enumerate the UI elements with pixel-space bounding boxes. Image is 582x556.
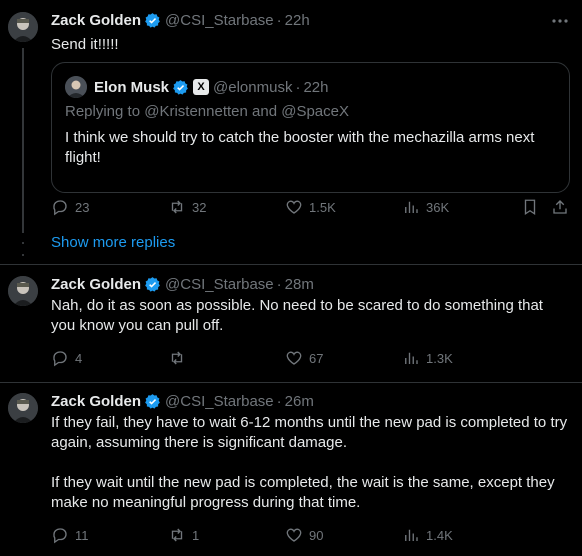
reply-count: 11 [75,527,89,543]
reply-button[interactable]: 11 [51,525,89,545]
author-name[interactable]: Zack Golden [51,12,141,29]
author-name[interactable]: Zack Golden [51,276,141,293]
tweet-text-paragraph-1: If they fail, they have to wait 6-12 mon… [51,414,568,451]
repost-button[interactable]: 1 [168,525,199,545]
views-count: 36K [426,199,450,215]
share-button[interactable] [551,197,569,217]
views-count: 1.3K [426,350,453,366]
mention-kristennetten[interactable]: @Kristennetten [144,103,248,120]
like-button[interactable]: 1.5K [285,197,336,217]
repost-button[interactable]: 32 [168,197,206,217]
views-icon [405,529,418,541]
tweet-header: Zack Golden @CSI_Starbase · 28m [51,274,314,294]
like-count: 90 [309,527,324,543]
verified-badge-icon [144,12,161,29]
like-button[interactable]: 90 [285,525,323,545]
quoted-author-handle: @elonmusk [213,78,293,96]
repost-count: 1 [192,527,200,543]
repost-count: 32 [192,199,207,215]
author-handle[interactable]: @CSI_Starbase [165,276,274,293]
repost-icon [171,528,183,542]
tweet[interactable]: Zack Golden @CSI_Starbase · 22h Send it!… [0,10,582,233]
verified-badge-icon [144,276,161,293]
tweet-text: Send it!!!!! [51,36,119,53]
views-count: 1.4K [426,527,453,543]
like-icon [286,351,302,365]
replying-prefix: Replying to [65,103,141,120]
separator-dot: · [295,78,301,96]
tweet[interactable]: Zack Golden @CSI_Starbase · 28m Nah, do … [0,274,582,374]
like-count: 67 [309,350,324,366]
verified-badge-icon [172,79,189,96]
reply-button[interactable]: 23 [51,197,89,217]
action-bar: 11 1 90 1.4K [51,525,571,545]
like-button[interactable]: 67 [285,348,323,368]
quoted-header: Elon Musk X @elonmusk · 22h [94,76,328,98]
reply-icon [53,200,67,216]
replying-to: Replying to @Kristennetten and @SpaceX [65,103,349,120]
views-button[interactable]: 1.4K [402,525,453,545]
reply-icon [53,351,67,367]
bookmark-icon [524,199,536,216]
reply-button[interactable]: 4 [51,348,82,368]
timestamp[interactable]: 26m [285,393,314,410]
views-icon [405,352,418,364]
views-button[interactable]: 36K [402,197,449,217]
quoted-author-name: Elon Musk [94,78,170,96]
views-icon [405,201,418,213]
author-handle[interactable]: @CSI_Starbase [165,393,274,410]
author-name[interactable]: Zack Golden [51,393,141,410]
separator-dot: · [276,11,282,29]
tweet-header: Zack Golden @CSI_Starbase · 26m [51,391,314,411]
like-icon [286,528,302,542]
replying-and: and [252,103,278,120]
action-bar: 23 32 1.5K 36K [51,197,571,217]
tweet-text: Nah, do it as soon as possible. No need … [51,297,543,334]
like-icon [286,200,302,214]
tweet[interactable]: Zack Golden @CSI_Starbase · 26m If they … [0,391,582,551]
separator-dot: · [276,392,282,410]
repost-icon [171,351,183,365]
show-more-replies-link[interactable]: Show more replies [51,234,175,251]
mention-spacex[interactable]: @SpaceX [281,103,349,120]
separator-dot: · [276,275,282,293]
timestamp[interactable]: 22h [285,12,310,29]
divider [0,382,582,383]
reply-count: 4 [75,350,83,366]
bookmark-button[interactable] [521,197,539,217]
avatar[interactable] [8,12,38,42]
like-count: 1.5K [309,199,336,215]
quoted-avatar [65,76,87,98]
thread-line [22,48,24,233]
more-icon[interactable] [550,14,570,28]
repost-icon [171,200,183,214]
avatar[interactable] [8,393,38,423]
quoted-timestamp: 22h [303,78,329,96]
tweet-header: Zack Golden @CSI_Starbase · 22h [51,10,310,30]
reply-icon [53,528,67,544]
timestamp[interactable]: 28m [285,276,314,293]
avatar[interactable] [8,276,38,306]
quoted-tweet-text: I think we should try to catch the boost… [65,129,535,166]
divider [0,264,582,265]
repost-button[interactable] [168,348,192,368]
reply-count: 23 [75,199,90,215]
x-affiliate-badge: X [193,79,210,95]
author-handle[interactable]: @CSI_Starbase [165,12,274,29]
views-button[interactable]: 1.3K [402,348,453,368]
quoted-tweet[interactable]: Elon Musk X @elonmusk · 22h Replying to … [51,62,570,193]
share-icon [553,200,567,214]
thread-dots [21,230,25,256]
tweet-text-paragraph-2: If they wait until the new pad is comple… [51,474,555,511]
action-bar: 4 67 1.3K [51,348,571,368]
verified-badge-icon [144,393,161,410]
